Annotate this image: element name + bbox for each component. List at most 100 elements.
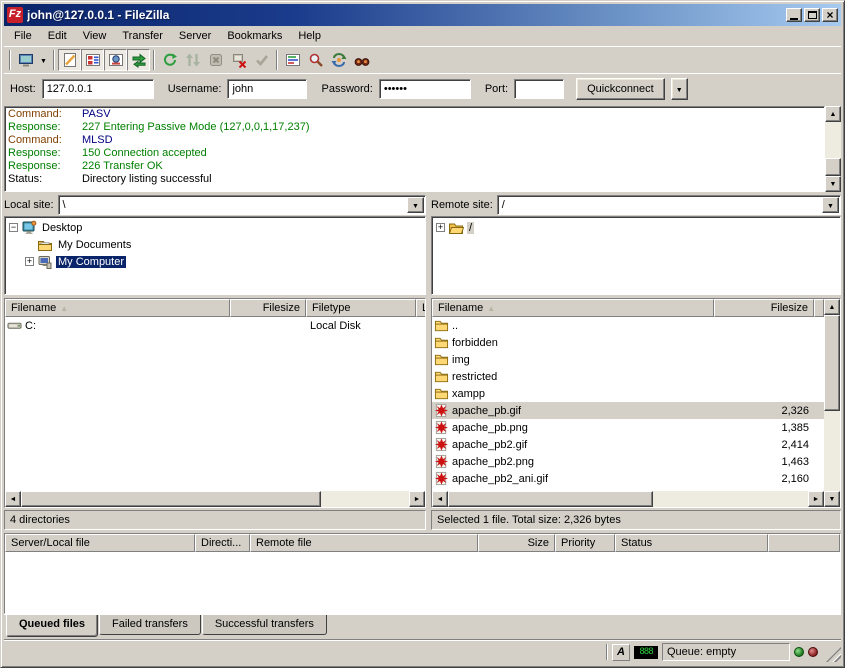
scroll-down-icon[interactable] [825,176,841,192]
toggle-transfer-queue-button[interactable] [127,49,150,71]
file-row[interactable]: apache_pb.png 1,385 [432,419,824,436]
menu-server[interactable]: Server [171,28,219,44]
quickconnect-button[interactable]: Quickconnect [576,78,665,100]
toggle-local-tree-button[interactable] [81,49,104,71]
close-button[interactable]: × [822,8,838,22]
port-input[interactable] [514,79,564,99]
transfer-type-indicator[interactable]: A [612,644,630,661]
menu-file[interactable]: File [6,28,40,44]
file-row[interactable]: restricted [432,368,824,385]
file-row[interactable]: apache_pb2_ani.gif 2,160 [432,470,824,487]
file-name: restricted [449,371,711,383]
scrollbar-thumb[interactable] [448,491,653,507]
speed-limit-icon[interactable]: 888 [634,646,658,659]
site-manager-dropdown-button[interactable] [37,49,50,71]
log-scrollbar[interactable] [825,106,841,192]
remote-site-dropdown-button[interactable] [822,197,839,213]
synchronized-browsing-button[interactable] [327,49,350,71]
host-input[interactable] [42,79,154,99]
column-last-modified[interactable]: L [416,299,426,317]
column-priority[interactable]: Priority [555,534,615,552]
column-server-local-file[interactable]: Server/Local file [5,534,195,552]
column-status[interactable]: Status [615,534,768,552]
menu-bookmarks[interactable]: Bookmarks [219,28,290,44]
resize-grip[interactable] [826,647,841,662]
tree-item-label[interactable]: My Computer [56,256,126,268]
reconnect-button[interactable] [250,49,273,71]
scroll-right-icon[interactable] [808,491,824,507]
column-filename[interactable]: Filename▲ [5,299,230,317]
file-row[interactable]: apache_pb2.png 1,463 [432,453,824,470]
file-row[interactable]: xampp [432,385,824,402]
scrollbar-thumb[interactable] [825,158,841,176]
title-bar[interactable]: Fz john@127.0.0.1 - FileZilla × [4,4,841,26]
local-horizontal-scrollbar[interactable] [5,491,425,507]
column-size[interactable]: Size [478,534,555,552]
remote-horizontal-scrollbar[interactable] [432,491,824,507]
column-filesize[interactable]: Filesize [230,299,306,317]
quickconnect-dropdown-button[interactable] [671,78,688,100]
tree-item-label[interactable]: Desktop [40,222,84,234]
filter-button[interactable] [281,49,304,71]
menu-edit[interactable]: Edit [40,28,75,44]
tree-item-root[interactable]: + / [433,219,839,236]
scroll-left-icon[interactable] [5,491,21,507]
username-input[interactable] [227,79,307,99]
maximize-button[interactable] [804,8,820,22]
local-site-dropdown-button[interactable] [407,197,424,213]
tree-item-my-computer[interactable]: + My Computer [6,253,424,270]
file-row[interactable]: apache_pb2.gif 2,414 [432,436,824,453]
scrollbar-thumb[interactable] [21,491,321,507]
tree-item-label[interactable]: My Documents [56,239,133,251]
file-row[interactable]: forbidden [432,334,824,351]
toolbar-separator [276,50,278,70]
tab-successful-transfers[interactable]: Successful transfers [202,615,327,635]
site-manager-button[interactable] [14,49,37,71]
image-file-icon [434,471,449,486]
scroll-left-icon[interactable] [432,491,448,507]
scroll-up-icon[interactable] [825,106,841,122]
scroll-down-icon[interactable] [824,491,840,507]
column-remote-file[interactable]: Remote file [250,534,478,552]
column-filesize[interactable]: Filesize [714,299,814,317]
collapse-icon[interactable]: − [9,223,18,232]
directory-comparison-button[interactable] [304,49,327,71]
file-row[interactable]: img [432,351,824,368]
queue-header: Server/Local file Directi... Remote file… [5,534,840,552]
tree-item-my-documents[interactable]: My Documents [6,236,424,253]
column-direction[interactable]: Directi... [195,534,250,552]
menu-help[interactable]: Help [290,28,329,44]
menu-view[interactable]: View [75,28,115,44]
process-queue-button[interactable] [181,49,204,71]
disconnect-button[interactable] [227,49,250,71]
toggle-message-log-button[interactable] [58,49,81,71]
remote-site-combobox[interactable]: / [497,195,841,215]
toggle-remote-tree-button[interactable] [104,49,127,71]
scrollbar-thumb[interactable] [824,315,840,411]
find-files-button[interactable] [350,49,373,71]
cancel-operation-button[interactable] [204,49,227,71]
tab-queued-files[interactable]: Queued files [6,615,98,637]
local-site-combobox[interactable]: \ [58,195,426,215]
password-input[interactable] [379,79,471,99]
file-row-c-drive[interactable]: C: Local Disk [5,317,425,334]
remote-vertical-scrollbar[interactable] [824,299,840,507]
tree-item-desktop[interactable]: − Desktop [6,219,424,236]
remote-site-label: Remote site: [431,199,493,211]
scroll-up-icon[interactable] [824,299,840,315]
file-type: Local Disk [302,320,412,332]
column-filename[interactable]: Filename▲ [432,299,714,317]
file-row[interactable]: .. [432,317,824,334]
tab-failed-transfers[interactable]: Failed transfers [99,615,201,635]
tree-item-label[interactable]: / [467,222,474,234]
expand-icon[interactable]: + [25,257,34,266]
scroll-right-icon[interactable] [409,491,425,507]
column-filetype[interactable]: Filetype [306,299,416,317]
drive-icon [7,318,22,333]
file-row-selected[interactable]: apache_pb.gif 2,326 [432,402,824,419]
minimize-button[interactable] [786,8,802,22]
chevron-down-icon [40,54,47,66]
refresh-button[interactable] [158,49,181,71]
menu-transfer[interactable]: Transfer [114,28,171,44]
expand-icon[interactable]: + [436,223,445,232]
